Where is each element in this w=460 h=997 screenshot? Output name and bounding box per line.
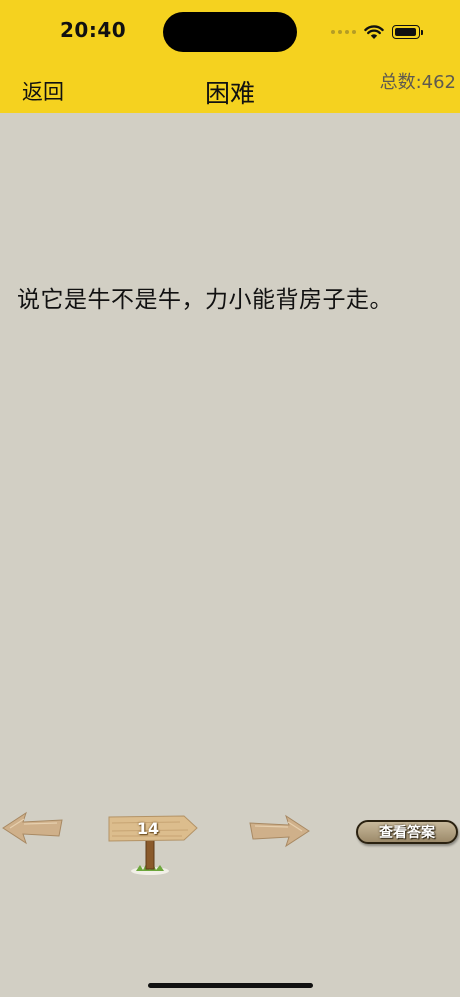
cellular-signal-icon: [331, 30, 356, 34]
left-arrow-icon: [2, 811, 63, 845]
previous-button[interactable]: [2, 811, 64, 845]
battery-icon: [392, 25, 423, 39]
dynamic-island: [163, 12, 297, 52]
total-count: 总数:462: [379, 72, 456, 93]
screen: 20:40 返回 困难 总数:462 说它是牛不是牛，力小能背房子走。 14 查…: [0, 0, 460, 997]
header-bar: 20:40 返回 困难 总数:462: [0, 0, 460, 113]
next-button[interactable]: [248, 814, 310, 848]
right-arrow-icon: [249, 814, 310, 848]
status-time: 20:40: [60, 18, 127, 42]
riddle-text: 说它是牛不是牛，力小能背房子走。: [17, 287, 393, 313]
level-signpost: 14: [108, 815, 200, 877]
status-icons: [331, 20, 423, 44]
level-number: 14: [136, 818, 160, 838]
wifi-icon: [364, 24, 384, 39]
home-indicator[interactable]: [148, 983, 313, 988]
view-answer-button[interactable]: 查看答案: [356, 820, 458, 844]
